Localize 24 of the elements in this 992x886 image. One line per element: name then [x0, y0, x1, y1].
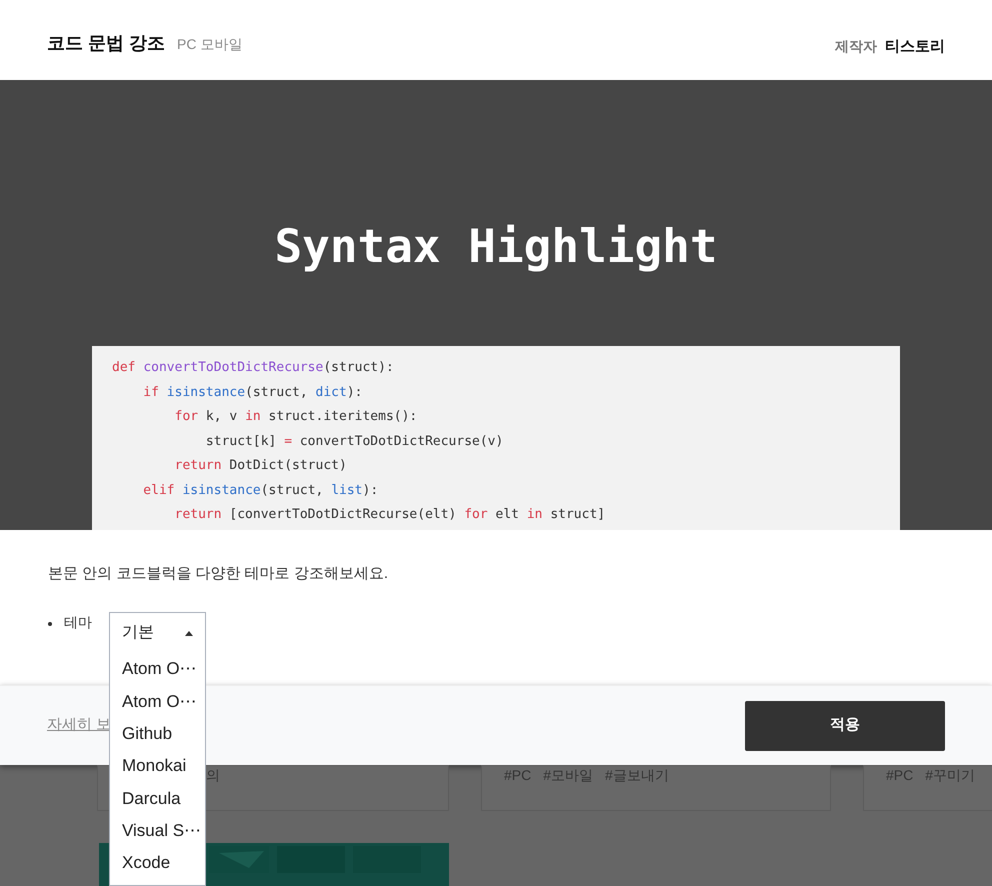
theme-option[interactable]: Visual S⋯	[110, 814, 205, 847]
author-label: 제작자	[835, 37, 877, 56]
theme-option[interactable]: Github	[110, 718, 205, 750]
page-title: 코드 문법 강조	[47, 32, 166, 55]
platform-label: PC 모바일	[177, 35, 242, 54]
code-line: for k, v in struct.iteritems():	[174, 408, 418, 426]
theme-option[interactable]: Monokai	[110, 750, 205, 782]
code-line: elif isinstance(struct, list):	[142, 482, 380, 500]
theme-option[interactable]: Darcula	[110, 782, 205, 814]
code-line: return [convertToDotDictRecurse(elt) for elt in struct]	[174, 506, 606, 524]
caret-up-icon	[185, 630, 193, 636]
author-name: 티스토리	[885, 37, 945, 57]
description-text: 본문 안의 코드블럭을 다양한 테마로 강조해보세요.	[48, 564, 390, 584]
hero-title: Syntax Highlight	[274, 218, 718, 275]
code-line: return DotDict(struct)	[174, 457, 348, 475]
theme-option[interactable]: Atom O⋯	[110, 653, 205, 686]
code-line: struct[k] = convertToDotDictRecurse(v)	[204, 432, 504, 450]
theme-select[interactable]: 기본	[110, 613, 205, 653]
bullet-icon	[48, 622, 52, 626]
code-line: if isinstance(struct, dict):	[142, 384, 364, 402]
option-label: 테마	[64, 612, 92, 632]
theme-option[interactable]: Atom O⋯	[110, 685, 205, 718]
code-line: def convertToDotDictRecurse(struct):	[112, 359, 395, 377]
apply-button[interactable]: 적용	[745, 700, 945, 750]
